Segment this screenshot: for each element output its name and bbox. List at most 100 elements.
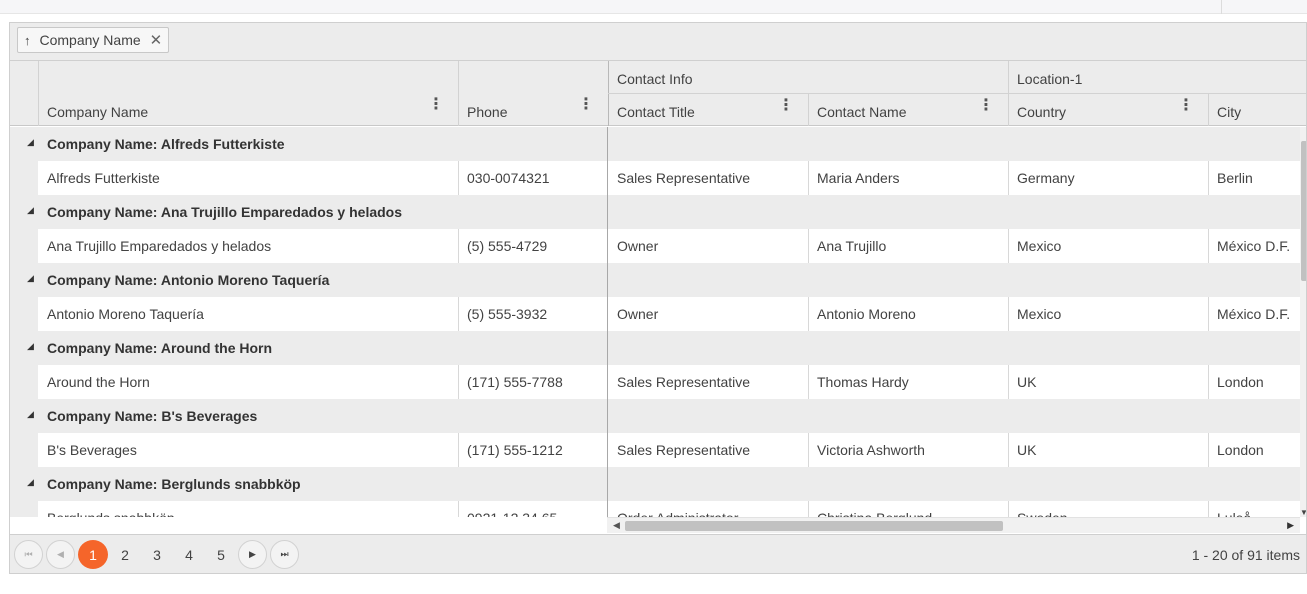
cell-phone[interactable]: (5) 555-4729 [458, 229, 608, 263]
collapse-triangle-icon[interactable]: ◢ [27, 273, 34, 284]
column-menu-icon[interactable]: ⋮ [978, 98, 994, 114]
cell-country[interactable]: UK [1008, 433, 1208, 467]
cell-country[interactable]: UK [1008, 365, 1208, 399]
vertical-scrollbar[interactable]: ▼ [1300, 127, 1306, 517]
cell-country[interactable]: Mexico [1008, 229, 1208, 263]
page-button-3[interactable]: 3 [142, 540, 172, 569]
cell-city[interactable]: México D.F. [1208, 229, 1300, 263]
cell-company-name[interactable]: Around the Horn [38, 365, 458, 399]
column-header-phone[interactable]: Phone ⋮ [458, 61, 608, 126]
cell-city[interactable]: London [1208, 365, 1300, 399]
cell-country[interactable]: Sweden [1008, 501, 1208, 517]
table-row[interactable]: Alfreds Futterkiste 030-0074321 Sales Re… [10, 161, 1300, 195]
column-group-location: Location-1 [1017, 71, 1083, 87]
toolbar-divider [1221, 0, 1222, 14]
arrow-up-icon[interactable]: ↑ [24, 33, 31, 48]
top-toolbar-strip [0, 0, 1307, 14]
column-divider [607, 263, 608, 297]
cell-country[interactable]: Mexico [1008, 297, 1208, 331]
vertical-scroll-thumb[interactable] [1301, 141, 1306, 281]
cell-contact-name[interactable]: Antonio Moreno [808, 297, 1008, 331]
table-row[interactable]: B's Beverages (171) 555-1212 Sales Repre… [10, 433, 1300, 467]
previous-page-icon[interactable]: ◀ [46, 540, 75, 569]
column-divider [607, 467, 608, 501]
pager: ⏮ ◀ 1 2 3 4 5 ▶ ⏭ 1 - 20 of 91 items [10, 534, 1306, 573]
column-group-contact-info: Contact Info [617, 71, 693, 87]
column-menu-icon[interactable]: ⋮ [428, 97, 444, 113]
cell-phone[interactable]: 030-0074321 [458, 161, 608, 195]
horizontal-scrollbar[interactable]: ◀ ▶ [607, 517, 1300, 533]
table-row[interactable]: Berglunds snabbköp 0921-12 34 65 Order A… [10, 501, 1300, 517]
column-menu-icon[interactable]: ⋮ [778, 98, 794, 114]
page-button-5[interactable]: 5 [206, 540, 236, 569]
cell-country[interactable]: Germany [1008, 161, 1208, 195]
column-header-country[interactable]: Country ⋮ [1008, 94, 1208, 126]
cell-contact-title[interactable]: Order Administrator [608, 501, 808, 517]
group-header-row[interactable]: ◢ Company Name: Alfreds Futterkiste [10, 127, 1300, 161]
collapse-triangle-icon[interactable]: ◢ [27, 137, 34, 148]
pager-info: 1 - 20 of 91 items [1191, 547, 1300, 563]
group-header-row[interactable]: ◢ Company Name: Antonio Moreno Taquería [10, 263, 1300, 297]
group-header-row[interactable]: ◢ Company Name: Ana Trujillo Emparedados… [10, 195, 1300, 229]
collapse-triangle-icon[interactable]: ◢ [27, 409, 34, 420]
table-row[interactable]: Ana Trujillo Emparedados y helados (5) 5… [10, 229, 1300, 263]
cell-contact-title[interactable]: Owner [608, 229, 808, 263]
column-header-company-name[interactable]: Company Name ⋮ [38, 61, 458, 126]
cell-contact-title[interactable]: Sales Representative [608, 433, 808, 467]
group-header-row[interactable]: ◢ Company Name: B's Beverages [10, 399, 1300, 433]
column-menu-icon[interactable]: ⋮ [1178, 98, 1194, 114]
cell-contact-name[interactable]: Thomas Hardy [808, 365, 1008, 399]
collapse-triangle-icon[interactable]: ◢ [27, 205, 34, 216]
cell-phone[interactable]: (5) 555-3932 [458, 297, 608, 331]
cell-phone[interactable]: 0921-12 34 65 [458, 501, 608, 517]
column-divider [607, 127, 608, 161]
column-header-contact-name[interactable]: Contact Name ⋮ [808, 94, 1008, 126]
cell-company-name[interactable]: Berglunds snabbköp [38, 501, 458, 517]
collapse-triangle-icon[interactable]: ◢ [27, 477, 34, 488]
grid-header: Company Name ⋮ Phone ⋮ Contact Info Loca… [10, 61, 1306, 126]
column-menu-icon[interactable]: ⋮ [578, 97, 594, 113]
group-indent [10, 365, 38, 399]
cell-contact-name[interactable]: Victoria Ashworth [808, 433, 1008, 467]
group-chip-company-name[interactable]: ↑ Company Name ✕ [17, 27, 170, 53]
cell-contact-name[interactable]: Ana Trujillo [808, 229, 1008, 263]
scroll-left-icon[interactable]: ◀ [613, 520, 620, 531]
cell-contact-title[interactable]: Owner [608, 297, 808, 331]
data-grid: ↑ Company Name ✕ Company Name ⋮ Phone ⋮ … [9, 22, 1307, 574]
cell-company-name[interactable]: Ana Trujillo Emparedados y helados [38, 229, 458, 263]
page-button-2[interactable]: 2 [110, 540, 140, 569]
cell-city[interactable]: México D.F. [1208, 297, 1300, 331]
next-page-icon[interactable]: ▶ [238, 540, 267, 569]
group-indent [10, 433, 38, 467]
group-header-row[interactable]: ◢ Company Name: Around the Horn [10, 331, 1300, 365]
scroll-right-icon[interactable]: ▶ [1287, 520, 1294, 531]
cell-company-name[interactable]: Alfreds Futterkiste [38, 161, 458, 195]
cell-city[interactable]: London [1208, 433, 1300, 467]
cell-city[interactable]: Berlin [1208, 161, 1300, 195]
table-row[interactable]: Around the Horn (171) 555-7788 Sales Rep… [10, 365, 1300, 399]
page-button-1[interactable]: 1 [78, 540, 108, 569]
collapse-triangle-icon[interactable]: ◢ [27, 341, 34, 352]
cell-city[interactable]: Luleå [1208, 501, 1300, 517]
horizontal-scroll-thumb[interactable] [625, 521, 1003, 531]
last-page-icon[interactable]: ⏭ [270, 540, 299, 569]
cell-phone[interactable]: (171) 555-1212 [458, 433, 608, 467]
close-icon[interactable]: ✕ [150, 31, 163, 49]
cell-phone[interactable]: (171) 555-7788 [458, 365, 608, 399]
group-indent [10, 501, 38, 517]
cell-company-name[interactable]: B's Beverages [38, 433, 458, 467]
column-header-contact-title[interactable]: Contact Title ⋮ [608, 94, 808, 126]
column-divider [607, 331, 608, 365]
cell-contact-title[interactable]: Sales Representative [608, 161, 808, 195]
cell-contact-name[interactable]: Christina Berglund [808, 501, 1008, 517]
scroll-down-icon[interactable]: ▼ [1300, 508, 1306, 517]
cell-contact-title[interactable]: Sales Representative [608, 365, 808, 399]
first-page-icon[interactable]: ⏮ [14, 540, 43, 569]
cell-company-name[interactable]: Antonio Moreno Taquería [38, 297, 458, 331]
group-header-row[interactable]: ◢ Company Name: Berglunds snabbköp [10, 467, 1300, 501]
cell-contact-name[interactable]: Maria Anders [808, 161, 1008, 195]
column-header-city[interactable]: City [1208, 94, 1306, 126]
table-row[interactable]: Antonio Moreno Taquería (5) 555-3932 Own… [10, 297, 1300, 331]
page-button-4[interactable]: 4 [174, 540, 204, 569]
column-divider [607, 195, 608, 229]
